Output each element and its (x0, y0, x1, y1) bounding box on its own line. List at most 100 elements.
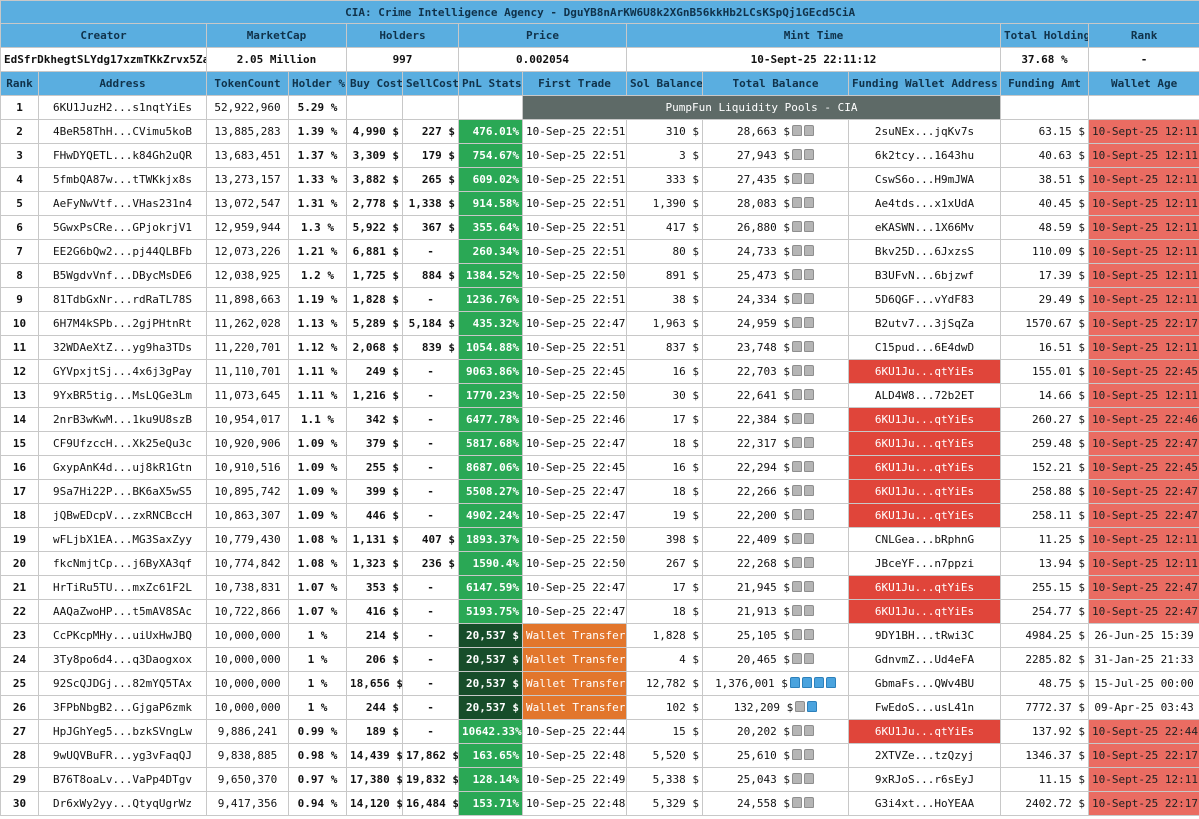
token-badge-gray-icon[interactable] (803, 341, 814, 352)
creator-address[interactable]: EdSfrDkhegtSLYdg17xzmTKkZrvx5ZawvJPdzaLf… (0, 47, 207, 72)
funding-wallet-link[interactable]: 6KU1Ju...qtYiEs (848, 719, 1001, 744)
token-badge-gray-icon[interactable] (803, 269, 814, 280)
token-badge-gray-icon[interactable] (791, 149, 802, 160)
address-link[interactable]: 6KU1JuzH2...s1nqtYiEs (38, 95, 207, 120)
token-badge-gray-icon[interactable] (791, 365, 802, 376)
address-link[interactable]: B76T8oaLv...VaPp4DTgv (38, 767, 207, 792)
token-badge-gray-icon[interactable] (791, 173, 802, 184)
token-badge-gray-icon[interactable] (791, 581, 802, 592)
token-badge-gray-icon[interactable] (803, 149, 814, 160)
token-badge-gray-icon[interactable] (803, 245, 814, 256)
token-badge-gray-icon[interactable] (803, 365, 814, 376)
address-link[interactable]: AAQaZwoHP...t5mAV8SAc (38, 599, 207, 624)
funding-wallet-link[interactable]: GdnvmZ...Ud4eFA (848, 647, 1001, 672)
address-link[interactable]: GYVpxjtSj...4x6j3gPay (38, 359, 207, 384)
token-badge-gray-icon[interactable] (803, 173, 814, 184)
token-badge-blue-icon[interactable] (789, 677, 800, 688)
funding-wallet-link[interactable]: 9xRJoS...r6sEyJ (848, 767, 1001, 792)
token-badge-gray-icon[interactable] (791, 797, 802, 808)
token-badge-gray-icon[interactable] (791, 221, 802, 232)
funding-wallet-link[interactable]: 9DY1BH...tRwi3C (848, 623, 1001, 648)
funding-wallet-link[interactable]: Bkv25D...6JxzsS (848, 239, 1001, 264)
token-badge-gray-icon[interactable] (791, 485, 802, 496)
address-link[interactable]: 9wUQVBuFR...yg3vFaqQJ (38, 743, 207, 768)
funding-wallet-link[interactable]: CswS6o...H9mJWA (848, 167, 1001, 192)
address-link[interactable]: 9Sa7Hi22P...BK6aX5wS5 (38, 479, 207, 504)
token-badge-blue-icon[interactable] (807, 701, 818, 712)
address-link[interactable]: CcPKcpMHy...uiUxHwJBQ (38, 623, 207, 648)
token-badge-gray-icon[interactable] (803, 509, 814, 520)
token-badge-gray-icon[interactable] (791, 461, 802, 472)
token-badge-gray-icon[interactable] (791, 317, 802, 328)
funding-wallet-link[interactable]: 6KU1Ju...qtYiEs (848, 575, 1001, 600)
funding-wallet-link[interactable]: GbmaFs...QWv4BU (848, 671, 1001, 696)
token-badge-gray-icon[interactable] (795, 701, 806, 712)
token-badge-gray-icon[interactable] (791, 725, 802, 736)
address-link[interactable]: 3FPbNbgB2...GjgaP6zmk (38, 695, 207, 720)
token-badge-gray-icon[interactable] (803, 797, 814, 808)
address-link[interactable]: jQBwEDcpV...zxRNCBccH (38, 503, 207, 528)
funding-wallet-link[interactable]: 6KU1Ju...qtYiEs (848, 599, 1001, 624)
token-badge-gray-icon[interactable] (791, 629, 802, 640)
address-link[interactable]: CF9UfzccH...Xk25eQu3c (38, 431, 207, 456)
token-badge-gray-icon[interactable] (791, 749, 802, 760)
funding-wallet-link[interactable]: 6KU1Ju...qtYiEs (848, 407, 1001, 432)
token-badge-gray-icon[interactable] (791, 605, 802, 616)
funding-wallet-link[interactable]: B3UFvN...6bjzwf (848, 263, 1001, 288)
token-badge-gray-icon[interactable] (791, 413, 802, 424)
funding-wallet-link[interactable]: 6KU1Ju...qtYiEs (848, 479, 1001, 504)
token-badge-gray-icon[interactable] (803, 485, 814, 496)
token-badge-gray-icon[interactable] (803, 125, 814, 136)
funding-wallet-link[interactable]: 5D6QGF...vYdF83 (848, 287, 1001, 312)
token-badge-gray-icon[interactable] (791, 389, 802, 400)
token-badge-gray-icon[interactable] (791, 557, 802, 568)
address-link[interactable]: 4BeR58ThH...CVimu5koB (38, 119, 207, 144)
funding-wallet-link[interactable]: G3i4xt...HoYEAA (848, 791, 1001, 816)
funding-wallet-link[interactable]: Ae4tds...x1xUdA (848, 191, 1001, 216)
address-link[interactable]: 3Ty8po6d4...q3Daogxox (38, 647, 207, 672)
address-link[interactable]: wFLjbX1EA...MG3SaxZyy (38, 527, 207, 552)
funding-wallet-link[interactable]: C15pud...6E4dwD (848, 335, 1001, 360)
token-badge-gray-icon[interactable] (803, 773, 814, 784)
token-badge-gray-icon[interactable] (803, 749, 814, 760)
token-badge-gray-icon[interactable] (803, 389, 814, 400)
funding-wallet-link[interactable]: 6k2tcy...1643hu (848, 143, 1001, 168)
token-badge-gray-icon[interactable] (791, 773, 802, 784)
funding-wallet-link[interactable]: eKASWN...1X66Mv (848, 215, 1001, 240)
token-badge-gray-icon[interactable] (791, 197, 802, 208)
address-link[interactable]: Dr6xWy2yy...QtyqUgrWz (38, 791, 207, 816)
token-badge-blue-icon[interactable] (825, 677, 836, 688)
token-badge-blue-icon[interactable] (813, 677, 824, 688)
address-link[interactable]: B5WgdvVnf...DBycMsDE6 (38, 263, 207, 288)
address-link[interactable]: 2nrB3wKwM...1ku9U8szB (38, 407, 207, 432)
token-badge-gray-icon[interactable] (791, 653, 802, 664)
token-badge-gray-icon[interactable] (803, 533, 814, 544)
address-link[interactable]: 9YxBR5tig...MsLQGe3Lm (38, 383, 207, 408)
token-badge-gray-icon[interactable] (803, 557, 814, 568)
token-badge-gray-icon[interactable] (791, 125, 802, 136)
address-link[interactable]: fkcNmjtCp...j6ByXA3qf (38, 551, 207, 576)
funding-wallet-link[interactable]: 2suNEx...jqKv7s (848, 119, 1001, 144)
token-badge-gray-icon[interactable] (803, 461, 814, 472)
token-badge-gray-icon[interactable] (803, 605, 814, 616)
funding-wallet-link[interactable]: CNLGea...bRphnG (848, 527, 1001, 552)
funding-wallet-link[interactable]: 2XTVZe...tzQzyj (848, 743, 1001, 768)
funding-wallet-link[interactable]: B2utv7...3jSqZa (848, 311, 1001, 336)
token-badge-gray-icon[interactable] (791, 533, 802, 544)
address-link[interactable]: AeFyNwVtf...VHas231n4 (38, 191, 207, 216)
address-link[interactable]: 5GwxPsCRe...GPjokrjV1 (38, 215, 207, 240)
token-badge-blue-icon[interactable] (801, 677, 812, 688)
address-link[interactable]: FHwDYQETL...k84Gh2uQR (38, 143, 207, 168)
funding-wallet-link[interactable]: JBceYF...n7ppzi (848, 551, 1001, 576)
address-link[interactable]: HpJGhYeg5...bzkSVngLw (38, 719, 207, 744)
token-badge-gray-icon[interactable] (803, 725, 814, 736)
token-badge-gray-icon[interactable] (803, 293, 814, 304)
address-link[interactable]: 5fmbQA87w...tTWKkjx8s (38, 167, 207, 192)
token-badge-gray-icon[interactable] (803, 653, 814, 664)
token-badge-gray-icon[interactable] (791, 341, 802, 352)
token-badge-gray-icon[interactable] (803, 317, 814, 328)
funding-wallet-link[interactable]: ALD4W8...72b2ET (848, 383, 1001, 408)
token-badge-gray-icon[interactable] (803, 437, 814, 448)
token-badge-gray-icon[interactable] (803, 629, 814, 640)
funding-wallet-link[interactable]: 6KU1Ju...qtYiEs (848, 359, 1001, 384)
